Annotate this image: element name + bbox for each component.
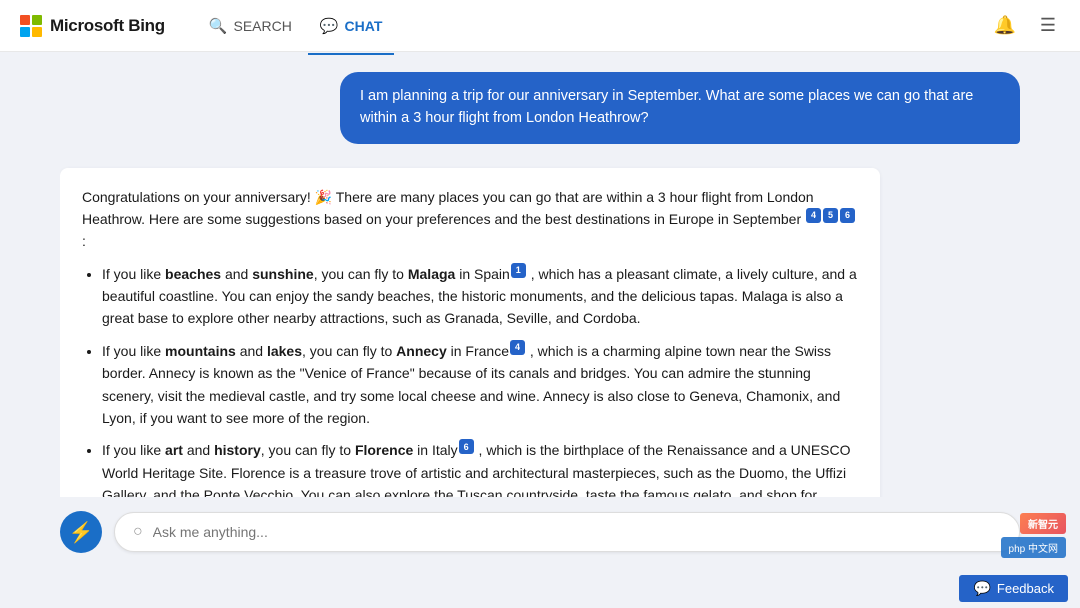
citation-1[interactable]: 1 <box>511 263 526 278</box>
hamburger-icon: ☰ <box>1040 15 1056 36</box>
citation-4[interactable]: 4 <box>806 208 821 223</box>
list-item: If you like art and history, you can fly… <box>102 439 858 497</box>
nav-chat-label: CHAT <box>345 18 383 34</box>
feedback-icon: 💬 <box>973 580 990 597</box>
keyword-beaches: beaches <box>165 266 221 282</box>
keyword-sunshine: sunshine <box>252 266 313 282</box>
user-bubble: I am planning a trip for our anniversary… <box>340 72 1020 144</box>
ai-message: Congratulations on your anniversary! 🎉 T… <box>60 168 880 498</box>
chat-area: I am planning a trip for our anniversary… <box>60 72 1020 497</box>
feedback-button[interactable]: 💬 Feedback <box>959 575 1068 602</box>
citation-5[interactable]: 5 <box>823 208 838 223</box>
keyword-malaga: Malaga <box>408 266 455 282</box>
keyword-art: art <box>165 442 183 458</box>
input-area: ⚡ ○ <box>0 497 1080 571</box>
notification-button[interactable]: 🔔 <box>989 11 1019 40</box>
header-right: 🔔 ☰ <box>989 11 1060 40</box>
citation-6[interactable]: 6 <box>840 208 855 223</box>
watermark-badge2: php 中文网 <box>1001 537 1066 558</box>
user-message: I am planning a trip for our anniversary… <box>60 72 1020 144</box>
input-box[interactable]: ○ <box>114 512 1020 552</box>
nav-bar: 🔍 SEARCH 💬 CHAT <box>197 11 395 41</box>
ai-suggestions-list: If you like beaches and sunshine, you ca… <box>82 263 858 497</box>
chat-icon: 💬 <box>320 17 339 35</box>
bing-avatar: ⚡ <box>60 511 102 553</box>
bing-avatar-icon: ⚡ <box>69 520 94 545</box>
keyword-mountains: mountains <box>165 343 236 359</box>
keyword-history: history <box>214 442 261 458</box>
ms-logo-icon <box>20 15 42 37</box>
feedback-label: Feedback <box>997 581 1054 596</box>
footer: 💬 Feedback <box>0 571 1080 608</box>
list-item: If you like beaches and sunshine, you ca… <box>102 263 858 330</box>
chat-input[interactable] <box>153 524 1001 540</box>
nav-search[interactable]: 🔍 SEARCH <box>197 11 304 41</box>
main-content: I am planning a trip for our anniversary… <box>0 52 1080 497</box>
nav-chat[interactable]: 💬 CHAT <box>308 11 395 41</box>
menu-button[interactable]: ☰ <box>1036 11 1060 40</box>
keyword-annecy: Annecy <box>396 343 447 359</box>
keyword-florence: Florence <box>355 442 413 458</box>
logo-area: Microsoft Bing <box>20 15 165 37</box>
list-item: If you like mountains and lakes, you can… <box>102 340 858 430</box>
nav-search-label: SEARCH <box>233 18 291 34</box>
header: Microsoft Bing 🔍 SEARCH 💬 CHAT 🔔 ☰ <box>0 0 1080 52</box>
bell-icon: 🔔 <box>993 15 1015 36</box>
ai-intro-text: Congratulations on your anniversary! 🎉 T… <box>82 189 814 227</box>
citation-6b[interactable]: 6 <box>459 439 474 454</box>
input-circle-icon: ○ <box>133 523 143 541</box>
search-icon: 🔍 <box>209 17 228 35</box>
watermark: 新智元 php 中文网 <box>1001 513 1066 558</box>
watermark-badge1: 新智元 <box>1020 513 1066 534</box>
ai-intro: Congratulations on your anniversary! 🎉 T… <box>82 186 858 253</box>
citation-4b[interactable]: 4 <box>510 340 525 355</box>
logo-text: Microsoft Bing <box>50 16 165 36</box>
keyword-lakes: lakes <box>267 343 302 359</box>
